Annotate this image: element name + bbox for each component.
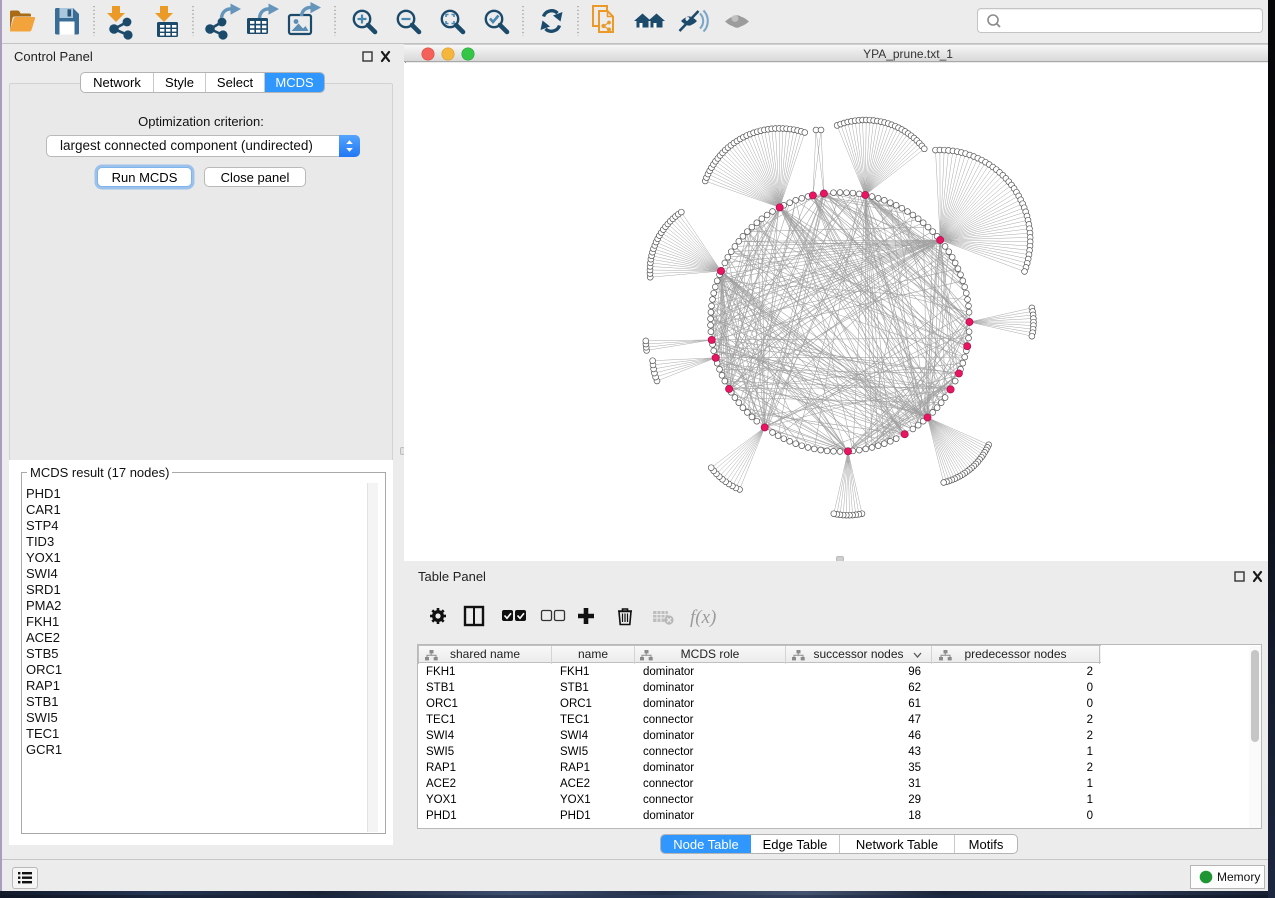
svg-text:f(x): f(x): [690, 607, 716, 628]
